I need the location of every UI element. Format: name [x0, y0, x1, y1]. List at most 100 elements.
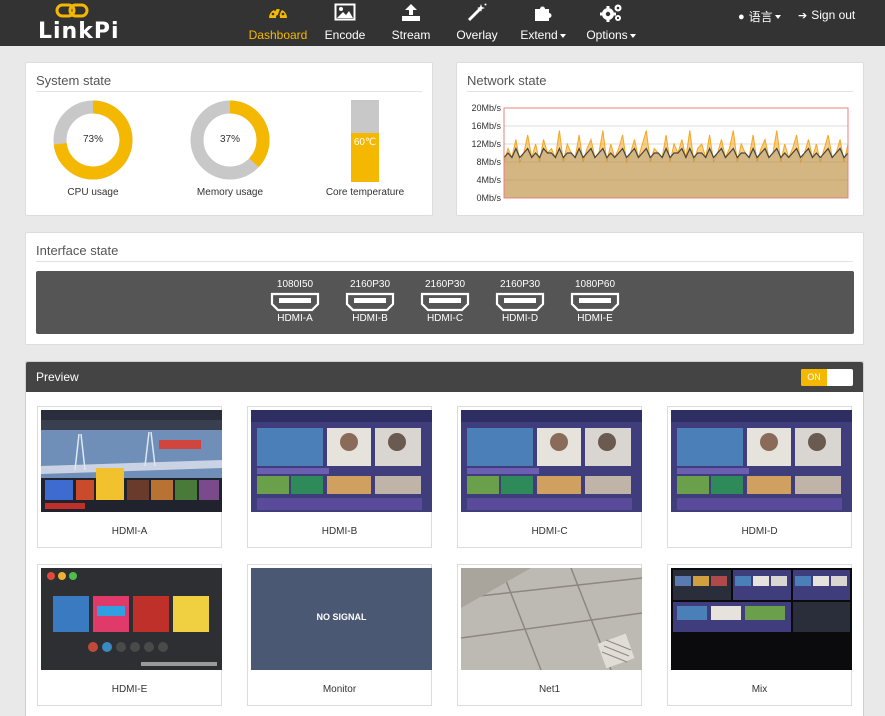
- preview-thumbnail[interactable]: [671, 410, 852, 512]
- nav-dashboard-label: Dashboard: [248, 28, 308, 42]
- preview-tile[interactable]: Mix: [667, 564, 852, 706]
- port-resolution: 2160P30: [424, 279, 466, 290]
- globe-icon: ●: [738, 10, 745, 23]
- preview-thumbnail[interactable]: [461, 410, 642, 512]
- preview-label: HDMI-B: [321, 526, 358, 537]
- nav-options-label: Options: [586, 28, 628, 42]
- preview-label: HDMI-A: [111, 526, 148, 537]
- nav-overlay-label: Overlay: [456, 28, 498, 42]
- network-state-title: Network state: [467, 73, 547, 88]
- preview-label: HDMI-D: [741, 526, 778, 537]
- preview-tile[interactable]: Net1: [457, 564, 642, 706]
- interface-state-title: Interface state: [36, 243, 119, 258]
- hdmi-port: 2160P30 HDMI-B: [343, 279, 397, 324]
- y-tick-label: 12Mb/s: [471, 139, 501, 149]
- brand-name: LinkPi: [38, 19, 120, 44]
- nav-stream[interactable]: Stream: [384, 0, 438, 46]
- puzzle-icon: [535, 6, 552, 21]
- hdmi-port: 2160P30 HDMI-C: [418, 279, 472, 324]
- nav-stream-label: Stream: [391, 28, 431, 42]
- preview-tile[interactable]: NO SIGNAL Monitor: [247, 564, 432, 706]
- preview-tile[interactable]: HDMI-D: [667, 406, 852, 548]
- preview-label: Net1: [538, 684, 561, 695]
- divider: [467, 91, 853, 92]
- y-tick-label: 4Mb/s: [476, 175, 501, 185]
- nav-encode-label: Encode: [324, 28, 366, 42]
- preview-title: Preview: [36, 370, 79, 384]
- no-signal-text: NO SIGNAL: [316, 612, 367, 622]
- network-state-panel: Network state 20Mb/s 16Mb/s 12Mb/s 8Mb/s 4Mb…: [456, 62, 864, 216]
- hdmi-port: 1080P60 HDMI-E: [568, 279, 622, 324]
- preview-panel: Preview ON HDMI-A HDMI-B HDMI-C HDMI-D HDMI-…: [25, 361, 864, 716]
- preview-thumbnail[interactable]: [41, 410, 222, 512]
- preview-header: Preview ON: [26, 362, 863, 392]
- port-resolution: 2160P30: [349, 279, 391, 290]
- chevron-down-icon: [559, 33, 566, 38]
- language-menu[interactable]: ● 语言: [738, 8, 781, 25]
- port-name: HDMI-C: [426, 313, 464, 324]
- hdmi-port: 1080I50 HDMI-A: [268, 279, 322, 324]
- y-tick-label: 16Mb/s: [471, 121, 501, 131]
- image-icon: [334, 3, 356, 21]
- port-resolution: 1080I50: [276, 279, 314, 290]
- port-name: HDMI-E: [577, 313, 613, 324]
- y-tick-label: 8Mb/s: [476, 157, 501, 167]
- preview-tile[interactable]: HDMI-A: [37, 406, 222, 548]
- nav-overlay[interactable]: Overlay: [450, 0, 504, 46]
- cpu-gauge: 73%: [52, 99, 134, 186]
- magic-wand-icon: [467, 3, 487, 22]
- nav-dashboard[interactable]: Dashboard: [246, 0, 310, 46]
- preview-tile[interactable]: HDMI-E: [37, 564, 222, 706]
- port-resolution: 1080P60: [574, 279, 616, 290]
- top-navbar: LinkPi Dashboard Encode Stream Overlay E…: [0, 0, 885, 46]
- port-name: HDMI-A: [277, 313, 313, 324]
- preview-thumbnail[interactable]: [251, 410, 432, 512]
- y-tick-label: 20Mb/s: [471, 103, 501, 113]
- memory-gauge: 37%: [189, 99, 271, 186]
- link-icon: [55, 3, 89, 18]
- hdmi-port-icon: [570, 292, 620, 312]
- divider: [36, 261, 853, 262]
- chevron-down-icon: [629, 33, 636, 38]
- nav-extend-label: Extend: [520, 28, 558, 42]
- network-chart: 20Mb/s 16Mb/s 12Mb/s 8Mb/s 4Mb/s 0Mb/s: [471, 103, 849, 203]
- memory-label: Memory usage: [196, 187, 264, 198]
- signout-label: Sign out: [811, 8, 856, 22]
- nav-options[interactable]: Options: [582, 0, 640, 46]
- port-resolution: 2160P30: [499, 279, 541, 290]
- preview-label: HDMI-C: [531, 526, 568, 537]
- port-name: HDMI-B: [352, 313, 388, 324]
- upload-icon: [402, 4, 420, 21]
- preview-thumbnail[interactable]: [671, 568, 852, 670]
- temperature-value: 60℃: [353, 136, 377, 148]
- y-tick-label: 0Mb/s: [476, 193, 501, 203]
- hdmi-port: 2160P30 HDMI-D: [493, 279, 547, 324]
- interface-state-panel: Interface state 1080I50 HDMI-A 2160P30 HDMI…: [25, 232, 864, 345]
- preview-thumbnail[interactable]: NO SIGNAL: [251, 568, 432, 670]
- system-state-title: System state: [36, 73, 112, 88]
- language-label: 语言: [748, 10, 773, 24]
- temperature-label: Core temperature: [325, 187, 405, 198]
- preview-toggle[interactable]: ON: [801, 369, 853, 386]
- hdmi-port-icon: [270, 292, 320, 312]
- preview-thumbnail[interactable]: [461, 568, 642, 670]
- preview-label: Mix: [751, 684, 768, 695]
- hdmi-port-icon: [345, 292, 395, 312]
- preview-thumbnail[interactable]: [41, 568, 222, 670]
- chevron-down-icon: [774, 14, 781, 19]
- preview-label: HDMI-E: [111, 684, 148, 695]
- preview-tile[interactable]: HDMI-B: [247, 406, 432, 548]
- nav-extend[interactable]: Extend: [514, 0, 572, 46]
- gears-icon: [600, 4, 622, 22]
- dashboard-icon: [269, 8, 287, 19]
- nav-encode[interactable]: Encode: [318, 0, 372, 46]
- memory-value: 37%: [219, 134, 240, 145]
- preview-tile[interactable]: HDMI-C: [457, 406, 642, 548]
- brand-logo[interactable]: LinkPi: [36, 0, 119, 46]
- hdmi-port-icon: [420, 292, 470, 312]
- hdmi-port-icon: [495, 292, 545, 312]
- signout-link[interactable]: ➔ Sign out: [798, 8, 855, 22]
- temperature-bar: 60℃: [351, 100, 379, 182]
- cpu-label: CPU usage: [67, 187, 119, 198]
- port-name: HDMI-D: [501, 313, 539, 324]
